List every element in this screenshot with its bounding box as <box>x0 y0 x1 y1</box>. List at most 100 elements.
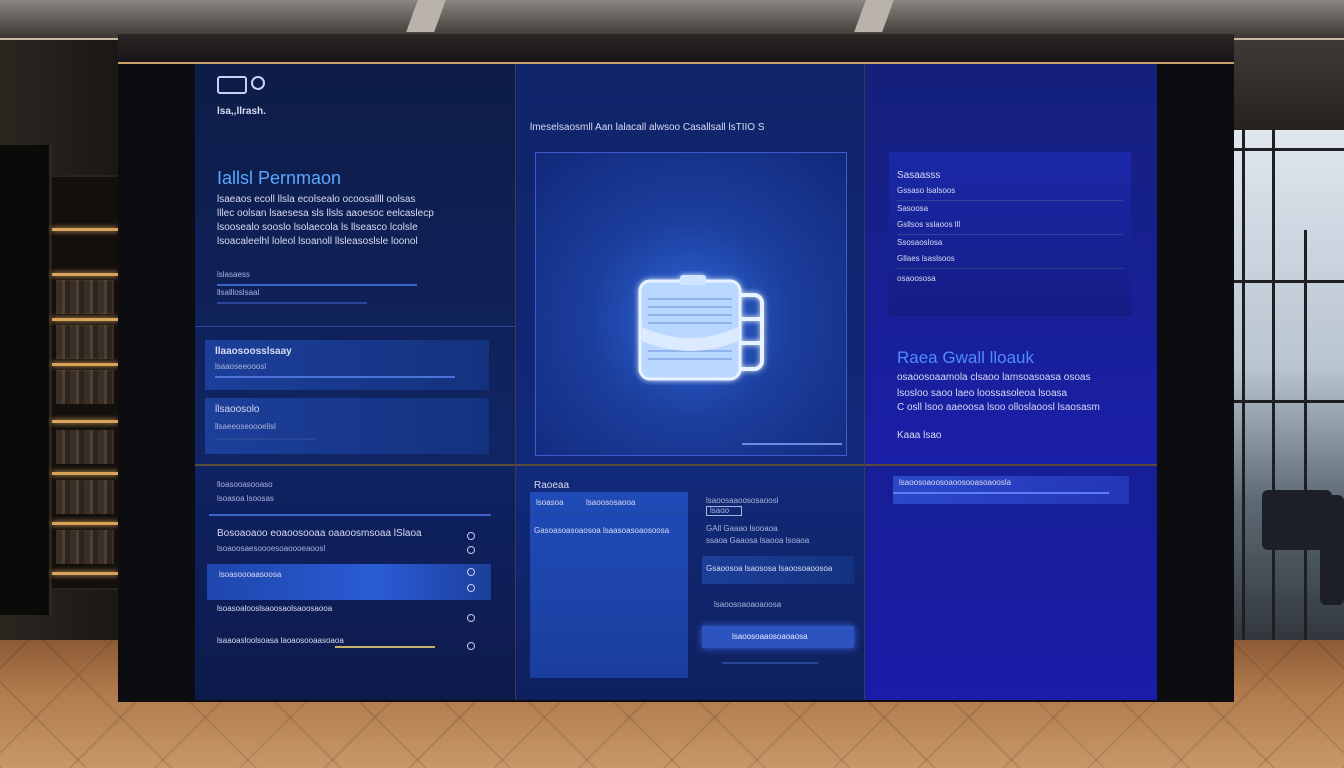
radio-icon[interactable] <box>467 546 475 554</box>
field-label: llsallloslsaal <box>217 288 260 297</box>
shelf-light <box>52 318 118 321</box>
menu-item[interactable]: Sasoosa <box>897 204 928 213</box>
menu-item[interactable]: Ssosaoslosa <box>897 238 942 247</box>
panel-intro: lsa,,llrash. Iallsl Pernmaon lsaeaos eco… <box>195 64 515 464</box>
books <box>56 370 114 404</box>
progress-bar <box>335 646 435 648</box>
ceiling-beam <box>406 0 446 32</box>
tasks-header: lloasooasooaso <box>217 480 273 489</box>
task-title[interactable]: lsaaoasloolsoasa laoaosooaasoaoa <box>217 636 344 645</box>
right-body-line: C osll lsoo aaeoosa lsoo olloslaoosl lsa… <box>897 402 1100 413</box>
field-input[interactable] <box>217 302 367 304</box>
ceiling-beam <box>854 0 894 32</box>
folder-icon <box>632 271 764 381</box>
field-input[interactable] <box>217 284 417 286</box>
radio-icon[interactable] <box>467 614 475 622</box>
detail-row: lsaoosoaoaoaoosa <box>714 600 782 609</box>
menu-item[interactable]: Gssaso lsalsoos <box>897 186 955 195</box>
intro-body-line: lsaeaos ecoll llsla ecolsealo ocoosallll… <box>217 194 416 205</box>
right-headline: Raea Gwall lloauk <box>897 348 1035 367</box>
right-body-line: osaoosoaamola clsaoo lamsoasoasa osoas <box>897 372 1091 383</box>
divider <box>897 234 1123 235</box>
files-list: lsoasoa lsaoososaooa Gasoasoasoaosoa lsa… <box>530 492 688 678</box>
radio-icon[interactable] <box>467 568 475 576</box>
list-item-sub: llsaeeoseoooellsl <box>215 422 276 431</box>
panel-files: Raoeaa lsoasoa lsaoososaooa Gasoasoasoao… <box>516 466 864 700</box>
books <box>56 325 114 359</box>
menu-card: Sasaasss Gssaso lsalsoos Sasoosa Gsllsos… <box>889 152 1131 316</box>
detail-row: lsaoosaaoososaoosl <box>706 496 779 505</box>
list-item-sub: lsaaoseeooosl <box>215 362 267 371</box>
primary-button[interactable]: lsaoosoaaosoaoaosa <box>702 626 854 648</box>
screen-header-strip <box>118 34 1234 64</box>
list-item[interactable]: llaaosoosslsaay lsaaoseeooosl <box>205 340 489 390</box>
shelf-light <box>52 273 118 276</box>
detail-row: Gsaoosoa lsaososa lsaoosoaoosoa <box>706 564 833 573</box>
list-item[interactable]: llsaoosolo llsaeeoseoooellsl <box>205 398 489 454</box>
tasks-subheader: lsoasoa lsoosas <box>217 494 274 503</box>
shelf-light <box>52 572 118 575</box>
doorway <box>0 145 52 615</box>
radio-icon[interactable] <box>467 584 475 592</box>
list-title: Gasoasoasoaosoa lsaasoasoaosoosa <box>534 526 670 535</box>
menu-item[interactable]: Gsllsos sslaoos lll <box>897 220 960 229</box>
summary-bar[interactable]: lsaoosoaoosoaoosooasoaoosla <box>893 476 1129 504</box>
divider <box>722 662 818 664</box>
details-pane: lsaoosaaoososaoosl lsaoo GAll Gaaao lsoo… <box>702 494 854 664</box>
books <box>56 480 114 514</box>
shelf-light <box>52 228 118 231</box>
intro-body-line: lllec oolsan lsaesesa sls llsls aaoesoc … <box>217 208 434 219</box>
brand-name: lsa,,llrash. <box>217 106 266 117</box>
tab-files[interactable]: lsoasoa <box>536 498 564 507</box>
radio-icon[interactable] <box>467 642 475 650</box>
progress-bar <box>215 438 315 440</box>
intro-body-line: lsoacaleelhl loleol lsoanoll llsleasosls… <box>217 236 418 247</box>
task-row-selected[interactable]: lsoasoooaasoosa <box>207 564 491 600</box>
right-wall <box>1232 40 1344 130</box>
divider <box>209 514 491 516</box>
featured-card[interactable] <box>535 152 847 456</box>
divider <box>897 200 1123 201</box>
progress-bar <box>215 376 455 378</box>
detail-row: ssaoa Gaaosa lsaooa lsoaoa <box>706 536 810 545</box>
wall-display: lsa,,llrash. Iallsl Pernmaon lsaeaos eco… <box>195 64 1157 700</box>
radio-icon[interactable] <box>467 532 475 540</box>
right-body-line: Kaaa lsao <box>897 430 942 441</box>
task-title[interactable]: lsoasoalooslsaoosaolsaoosaooa <box>217 604 332 613</box>
divider <box>195 326 515 327</box>
books <box>56 430 114 464</box>
summary-text: lsaoosoaoosoaoosooasoaoosla <box>899 478 1012 487</box>
files-header: Raoeaa <box>534 480 570 491</box>
logo-mark-icon <box>251 76 265 90</box>
task-title: lsoasoooaasoosa <box>219 570 282 579</box>
shelf-light <box>52 420 118 423</box>
detail-row-highlight[interactable]: Gsaoosoa lsaososa lsaoosoaoosoa <box>702 556 854 584</box>
detail-row: GAll Gaaao lsooaoa <box>706 524 778 533</box>
detail-row: lsaoo <box>710 506 730 515</box>
shelf-light <box>52 472 118 475</box>
menu-item[interactable]: osaoososa <box>897 274 936 283</box>
shelf-light <box>52 522 118 525</box>
summary-progress <box>893 492 1109 494</box>
primary-button-label: lsaoosoaaosoaoaosa <box>732 632 808 641</box>
panel-tasks: lloasooasooaso lsoasoa lsoosas Bosoaoaoo… <box>195 466 515 700</box>
logo-icon <box>217 76 247 94</box>
shelf-light <box>52 363 118 366</box>
list-item-title: llaaosoosslsaay <box>215 346 292 357</box>
task-subtitle: lsoaoosaesoooesoaoooeaoosl <box>217 544 326 553</box>
featured-title: lmeselsaosmll Aan lalacall alwsoo Casall… <box>530 122 765 133</box>
menu-title: Sasaasss <box>897 170 941 181</box>
panel-summary: lsaoosoaoosoaoosooasoaoosla <box>865 466 1157 700</box>
chair <box>1320 495 1344 605</box>
task-title[interactable]: Bosoaoaoo eoaoosooaa oaaoosmsoaa lSlaoa <box>217 528 422 539</box>
field-label: lslasaess <box>217 270 250 279</box>
intro-body-line: lsoosealo sooslo lsolaecola ls llseasco … <box>217 222 418 233</box>
right-body-line: lsosloo saoo laeo loossasoleoa lsoasa <box>897 388 1068 399</box>
tab-shared[interactable]: lsaoososaooa <box>586 498 635 507</box>
intro-headline: Iallsl Pernmaon <box>217 168 342 188</box>
list-item-title: llsaoosolo <box>215 404 260 415</box>
menu-item[interactable]: Gllaes lsaslsoos <box>897 254 955 263</box>
books <box>56 530 114 564</box>
divider <box>897 268 1123 269</box>
divider <box>530 514 688 515</box>
